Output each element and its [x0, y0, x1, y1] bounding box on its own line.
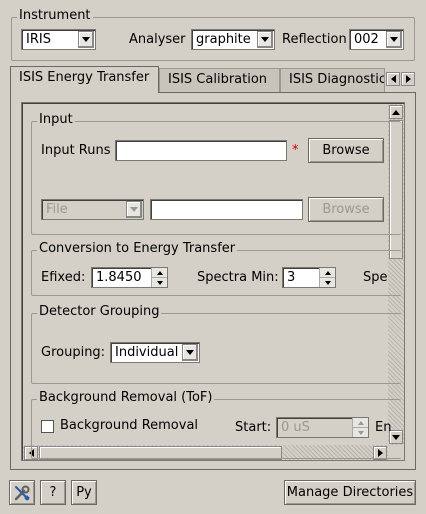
- spectra-min-value: 3: [287, 270, 296, 285]
- spin-up-icon[interactable]: [152, 268, 167, 278]
- reflection-label: Reflection: [282, 32, 347, 47]
- arrow-up-icon: [392, 109, 400, 115]
- spin-down-icon[interactable]: [320, 278, 335, 287]
- efixed-value: 1.8450: [96, 270, 142, 285]
- chevron-down-icon: [386, 31, 402, 48]
- input-group-title: Input: [37, 112, 75, 128]
- browse-file-button[interactable]: Browse: [308, 197, 384, 222]
- settings-button[interactable]: [9, 480, 35, 505]
- input-runs-label: Input Runs: [41, 143, 111, 158]
- chevron-down-icon: [126, 201, 142, 218]
- start-label: Start:: [235, 420, 272, 435]
- chevron-down-icon: [182, 344, 198, 361]
- browse-button[interactable]: Browse: [308, 138, 384, 163]
- detector-grouping-group-title: Detector Grouping: [37, 304, 162, 320]
- background-removal-label: Background Removal: [60, 418, 199, 433]
- manage-directories-button[interactable]: Manage Directories: [284, 480, 416, 505]
- required-marker: *: [292, 143, 299, 158]
- reflection-select-value: 002: [354, 32, 379, 47]
- background-removal-checkbox[interactable]: [41, 420, 54, 433]
- file-type-select-value: File: [46, 202, 68, 217]
- chevron-down-icon: [257, 31, 273, 48]
- chevron-down-icon: [78, 31, 94, 48]
- arrow-left-icon: [390, 75, 396, 83]
- spectra-min-spinbox[interactable]: 3: [282, 267, 336, 288]
- spectra-max-label: Spe: [363, 270, 388, 285]
- analyser-label: Analyser: [129, 32, 186, 47]
- instrument-group-title: Instrument: [17, 8, 93, 24]
- conversion-group-title: Conversion to Energy Transfer: [37, 241, 238, 257]
- instrument-select[interactable]: IRIS: [21, 29, 96, 50]
- file-type-select[interactable]: File: [41, 199, 144, 220]
- scroll-area: Input Input Runs * Browse File Browse Co…: [21, 102, 405, 461]
- instrument-select-value: IRIS: [26, 32, 51, 47]
- start-value: 0 uS: [281, 420, 310, 435]
- analyser-select[interactable]: graphite: [191, 29, 275, 50]
- analyser-select-value: graphite: [196, 32, 251, 47]
- scroll-up-button[interactable]: [389, 105, 403, 119]
- grouping-label: Grouping:: [41, 345, 106, 360]
- efixed-label: Efixed:: [41, 270, 86, 285]
- grouping-select[interactable]: Individual: [110, 342, 200, 363]
- input-runs-field[interactable]: [115, 140, 287, 161]
- arrow-right-icon: [405, 75, 411, 83]
- wrench-screwdriver-icon: [14, 485, 30, 501]
- end-label: En: [375, 420, 392, 435]
- spin-down-icon[interactable]: [152, 278, 167, 287]
- background-removal-group-title: Background Removal (ToF): [37, 390, 215, 406]
- file-path-field[interactable]: [150, 199, 303, 220]
- tab-scroll-left-button[interactable]: [386, 72, 400, 86]
- spectra-min-label: Spectra Min:: [197, 270, 279, 285]
- spin-up-icon[interactable]: [320, 268, 335, 278]
- tab-isis-diagnostic[interactable]: ISIS Diagnostic: [280, 68, 385, 92]
- help-button[interactable]: ?: [40, 480, 66, 505]
- spin-up-icon[interactable]: [353, 418, 368, 428]
- python-button[interactable]: Py: [71, 480, 97, 505]
- tab-isis-calibration[interactable]: ISIS Calibration: [159, 68, 280, 92]
- tab-isis-energy-transfer[interactable]: ISIS Energy Transfer: [10, 66, 159, 93]
- reflection-select[interactable]: 002: [349, 29, 404, 50]
- spin-down-icon[interactable]: [353, 428, 368, 437]
- grouping-select-value: Individual: [115, 345, 179, 360]
- efixed-spinbox[interactable]: 1.8450: [91, 267, 168, 288]
- start-spinbox[interactable]: 0 uS: [276, 417, 369, 438]
- tab-scroll-right-button[interactable]: [401, 72, 415, 86]
